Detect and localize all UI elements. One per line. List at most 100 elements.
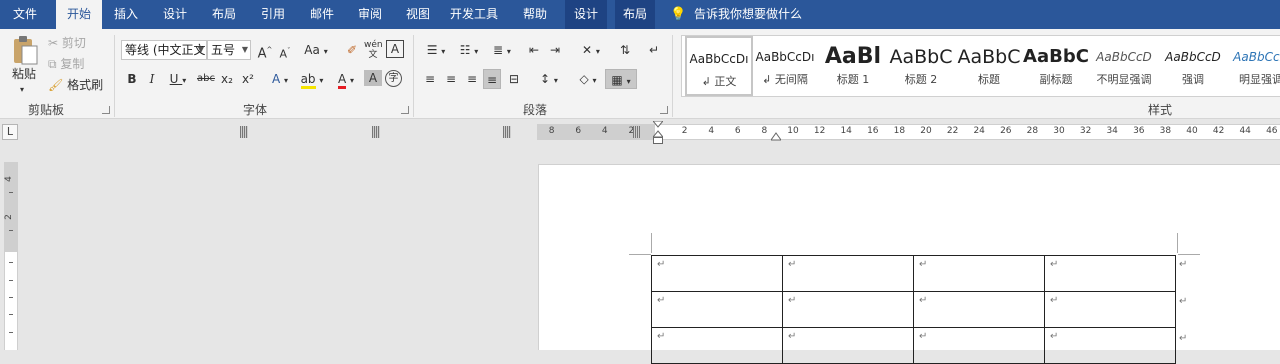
grow-font-button[interactable]: A^ [256,40,274,61]
tab-7[interactable]: 审阅 [350,0,390,29]
column-marker[interactable] [372,126,380,138]
tab-2[interactable]: 插入 [106,0,146,29]
vertical-ruler[interactable]: 42 [4,162,18,350]
style-item[interactable]: AaBbCcDı ↲ 正文 [685,36,753,96]
ruler-tick-label: 6 [575,126,582,136]
highlight-button[interactable]: ab ▾ [298,69,326,89]
tab-3[interactable]: 设计 [155,0,195,29]
shading-icon[interactable]: ◇ ▾ [574,69,602,89]
style-name: 明显强调 [1239,73,1280,86]
horizontal-ruler[interactable]: 8 6 4 2 2 4 6 8 10 12 14 16 18 20 22 24 26 28 30 32 34 36 38 40… [240,120,1280,144]
tab-0[interactable]: 文件 [6,0,44,29]
decrease-indent-icon[interactable]: ⇤ [525,40,543,60]
strikethrough-button[interactable]: abc [196,69,216,89]
cut-button[interactable]: ✂ 剪切 [48,34,86,52]
font-launcher-icon[interactable] [401,106,409,114]
distributed-icon[interactable]: ⊟ [505,69,523,89]
ribbon: 粘贴 ▾ ✂ 剪切 ⧉ 复制 🖌 格式刷 剪贴板 等线 (中文正文) ▼ 五号 ▼ … [0,29,1280,119]
table-cell[interactable]: ↵ [651,291,783,328]
tab-5[interactable]: 引用 [253,0,293,29]
phonetic-guide-icon[interactable]: wén 文 [364,40,383,60]
borders-icon[interactable]: ▦ ▾ [605,69,637,89]
style-item[interactable]: AaBbC 副标题 [1022,36,1090,96]
paragraph-launcher-icon[interactable] [660,106,668,114]
document-table[interactable]: ↵ ↵ ↵ ↵ ↵ ↵ ↵ ↵ ↵ ↵ ↵ ↵ [651,255,1176,364]
vertical-ruler-mark [9,332,13,333]
style-item[interactable]: AaBbCcD 明显强调 [1227,36,1280,96]
table-cell[interactable]: ↵ [913,255,1045,292]
format-painter-button[interactable]: 🖌 格式刷 [48,76,103,94]
copy-button[interactable]: ⧉ 复制 [48,55,84,73]
multilevel-list-icon[interactable]: ≣ ▾ [487,40,517,60]
table-cell[interactable]: ↵ [782,255,914,292]
tell-me-search[interactable]: 💡 告诉我你想要做什么 [670,0,802,29]
table-cell[interactable]: ↵ [1044,327,1176,364]
table-cell[interactable]: ↵ [913,291,1045,328]
style-item[interactable]: AaBbCcD 强调 [1159,36,1227,96]
character-border-icon[interactable]: A [386,40,404,58]
italic-icon: I [149,72,155,86]
style-item[interactable]: AaBbCcD 不明显强调 [1090,36,1158,96]
show-marks-icon[interactable]: ↵ [645,40,663,60]
style-item[interactable]: AaBbC 标题 2 [887,36,955,96]
table-cell[interactable]: ↵ [1044,255,1176,292]
shrink-font-button[interactable]: Aˇ [276,41,294,61]
column-marker[interactable] [240,126,248,138]
bold-button[interactable]: B [123,69,141,89]
column-marker[interactable] [633,126,641,138]
paste-dropdown-icon[interactable]: ▾ [20,81,24,99]
tab-10[interactable]: 帮助 [514,0,556,29]
table-cell[interactable]: ↵ [651,327,783,364]
tab-11[interactable]: 设计 [565,0,607,29]
align-right-icon[interactable]: ≡ [463,69,481,89]
font-name-combo[interactable]: 等线 (中文正文) ▼ [121,40,207,60]
paste-icon[interactable] [10,35,40,67]
indent-marker-icon[interactable] [651,120,665,145]
subscript-button[interactable]: x₂ [218,69,236,89]
style-item[interactable]: AaBbC 标题 [955,36,1023,96]
font-color-button[interactable]: A ▾ [332,69,360,89]
numbering-icon[interactable]: ☷ ▾ [454,40,484,60]
right-indent-marker-icon[interactable] [770,131,782,141]
clipboard-launcher-icon[interactable] [102,106,110,114]
table-cell[interactable]: ↵ [782,327,914,364]
style-item[interactable]: AaBbCcDı ↲ 无间隔 [751,36,819,96]
table-cell[interactable]: ↵ [782,291,914,328]
group-divider [413,35,414,117]
crop-mark [1177,233,1178,253]
tab-4[interactable]: 布局 [204,0,244,29]
align-left-icon[interactable]: ≡ [421,69,439,89]
style-name: ↲ 正文 [701,75,737,88]
character-shading-icon[interactable]: A [364,70,382,86]
table-cell[interactable]: ↵ [1044,291,1176,328]
table-cell[interactable]: ↵ [913,327,1045,364]
chinese-layout-icon[interactable]: ✕ ▾ [576,40,606,60]
style-item[interactable]: AaBl 标题 1 [819,36,887,96]
tab-6[interactable]: 邮件 [302,0,342,29]
underline-button[interactable]: U ▾ [164,69,192,89]
sort-icon[interactable]: ⇅ [616,40,634,60]
change-case-button[interactable]: Aa ▾ [302,40,330,60]
tab-selector-button[interactable]: L [2,124,18,140]
italic-button[interactable]: I [143,69,161,89]
increase-indent-icon[interactable]: ⇥ [546,40,564,60]
tab-1[interactable]: 开始 [56,0,102,29]
bullets-icon[interactable]: ☰ ▾ [421,40,451,60]
document-page[interactable]: ↵ ↵ ↵ ↵ ↵ ↵ ↵ ↵ ↵ ↵ ↵ ↵ ↵ ↵ ↵ [538,164,1280,364]
font-size-combo[interactable]: 五号 ▼ [207,40,251,60]
tab-12[interactable]: 布局 [615,0,655,29]
table-cell[interactable]: ↵ [651,255,783,292]
superscript-button[interactable]: x² [239,69,257,89]
enclose-characters-icon[interactable]: 字 [385,70,402,87]
row-end-mark: ↵ [1179,333,1188,344]
align-center-icon[interactable]: ≡ [442,69,460,89]
justify-icon[interactable]: ≡ [483,69,501,89]
text-effects-button[interactable]: A ▾ [266,69,294,89]
styles-gallery: AaBbCcDı ↲ 正文 AaBbCcDı ↲ 无间隔 AaBl 标题 1 AaBbC 标题… [681,35,1280,97]
column-marker[interactable] [503,126,511,138]
tab-8[interactable]: 视图 [398,0,438,29]
clear-formatting-icon[interactable]: ✐ [343,40,361,60]
tab-9[interactable]: 开发工具 [445,0,503,29]
line-spacing-icon[interactable]: ↕ ▾ [535,69,563,89]
style-preview: AaBbCcD [1165,50,1221,64]
